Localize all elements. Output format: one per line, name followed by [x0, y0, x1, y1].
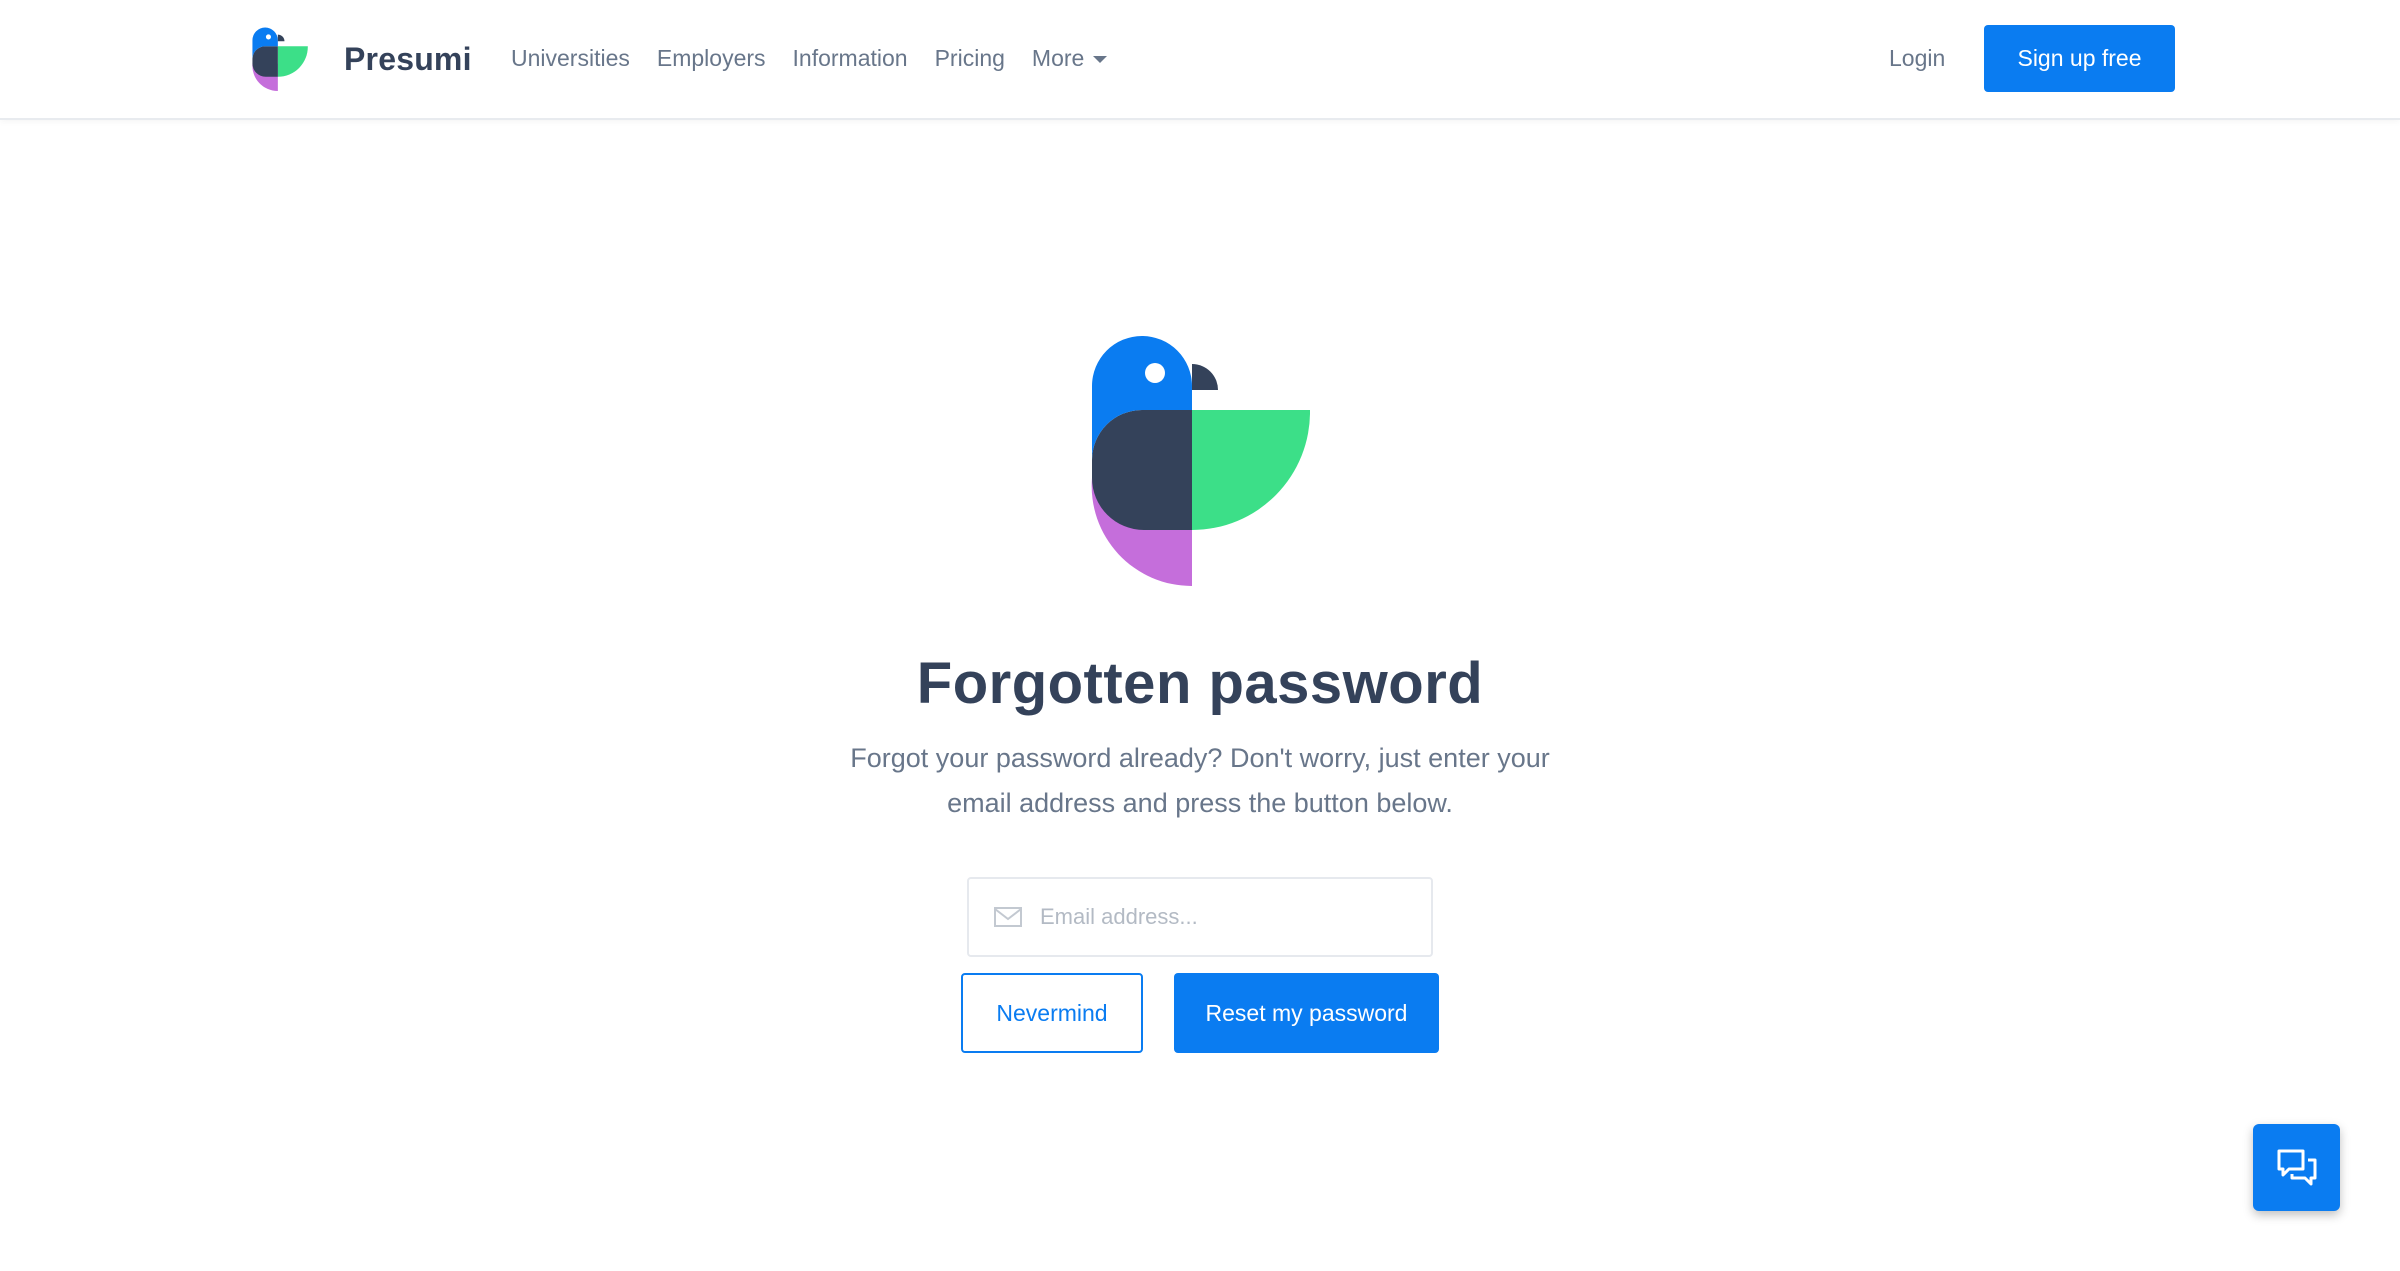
- signup-button[interactable]: Sign up free: [1984, 25, 2175, 92]
- brand-home-link[interactable]: Presumi: [252, 26, 472, 92]
- nav-item-universities[interactable]: Universities: [511, 45, 630, 72]
- nav-item-employers[interactable]: Employers: [657, 45, 766, 72]
- email-input[interactable]: [1038, 903, 1418, 931]
- nav-item-pricing[interactable]: Pricing: [935, 45, 1005, 72]
- envelope-icon: [994, 907, 1022, 927]
- chat-bubbles-icon: [2277, 1149, 2316, 1185]
- chat-widget-button[interactable]: [2253, 1124, 2340, 1211]
- nevermind-button[interactable]: Nevermind: [961, 973, 1143, 1053]
- email-field[interactable]: [967, 877, 1433, 957]
- presumi-bird-logo-icon: [1091, 336, 1310, 586]
- reset-password-button[interactable]: Reset my password: [1174, 973, 1439, 1053]
- login-link[interactable]: Login: [1889, 0, 1945, 116]
- caret-down-icon: [1093, 56, 1108, 63]
- nav-item-information[interactable]: Information: [793, 45, 908, 72]
- presumi-logo-icon: [252, 27, 308, 91]
- nav-item-more-label: More: [1031, 44, 1085, 71]
- main-nav: Universities Employers Information Prici…: [511, 0, 1134, 116]
- page-subtitle: Forgot your password already? Don't worr…: [850, 743, 1550, 818]
- top-navbar: Presumi Universities Employers Informati…: [0, 0, 2400, 120]
- nav-item-more-dropdown[interactable]: More: [1031, 44, 1108, 72]
- brand-name: Presumi: [344, 40, 472, 77]
- page-title: Forgotten password: [916, 651, 1484, 716]
